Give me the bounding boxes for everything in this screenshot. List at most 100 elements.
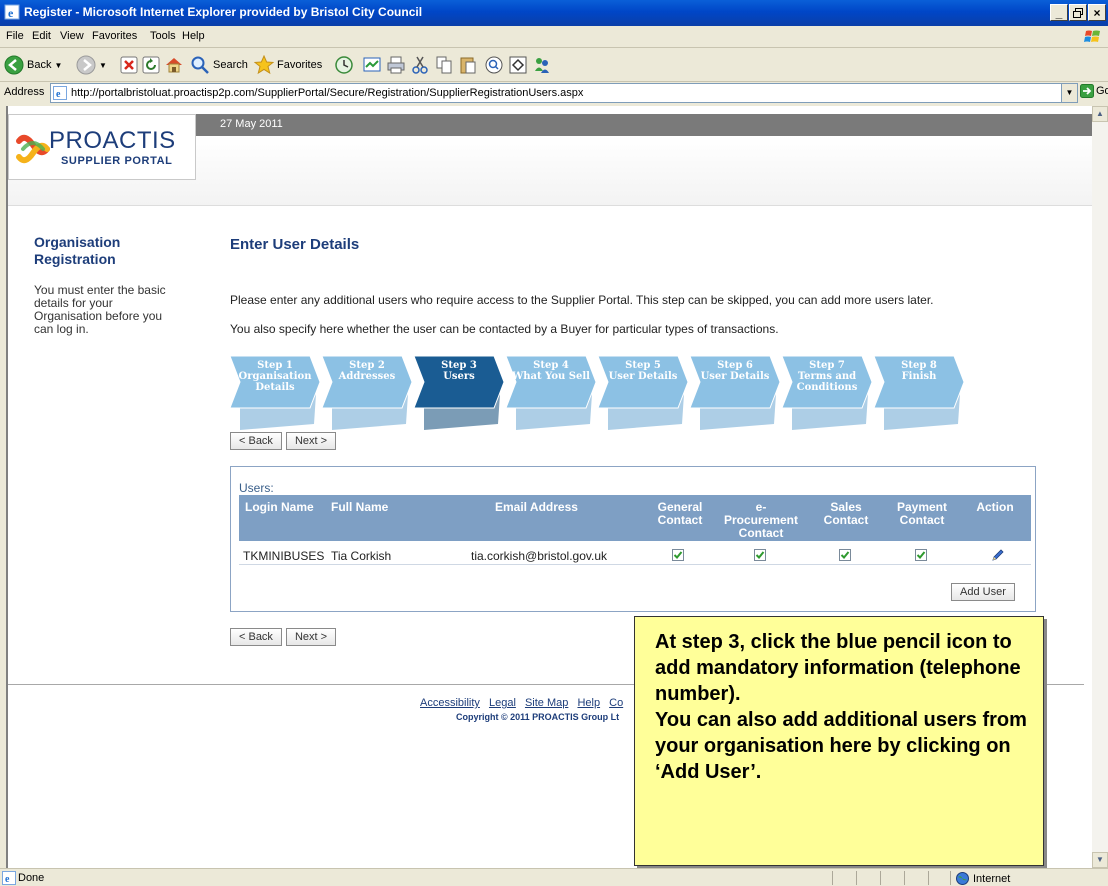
general-contact-checkbox[interactable] — [672, 549, 684, 561]
payment-contact-checkbox[interactable] — [915, 549, 927, 561]
research-icon — [485, 56, 503, 74]
footer-link-contact[interactable]: Co — [609, 697, 623, 709]
sales-contact-checkbox[interactable] — [839, 549, 851, 561]
footer-link-help[interactable]: Help — [577, 697, 600, 709]
back-button-bottom[interactable]: < Back — [230, 628, 282, 646]
svg-text:e: e — [8, 6, 14, 20]
footer-links: Accessibility Legal Site Map Help Co — [420, 697, 629, 709]
wizard-steps: Step 1 Organisation Details Step 2 Addres… — [230, 354, 970, 432]
wizard-step-label: Step 6 User Details — [700, 360, 770, 382]
footer-link-site-map[interactable]: Site Map — [525, 697, 568, 709]
wizard-step-label: Step 3 Users — [441, 360, 477, 382]
copy-button[interactable] — [434, 53, 454, 77]
cell-login-name: TKMINIBUSES — [243, 549, 325, 563]
svg-text:e: e — [56, 89, 61, 100]
status-cell — [950, 871, 951, 885]
edit-pencil-icon[interactable] — [991, 548, 1005, 562]
wizard-step-8[interactable]: Step 8 Finish — [874, 354, 964, 432]
address-dropdown-icon[interactable]: ▼ — [1061, 84, 1077, 102]
maximize-button[interactable] — [1069, 4, 1087, 21]
callout-line-1: At step 3, click the blue pencil icon to… — [655, 631, 1021, 705]
status-cell — [904, 871, 905, 885]
home-button[interactable] — [164, 53, 184, 77]
back-button[interactable]: Back ▼ — [4, 53, 62, 77]
footer-link-accessibility[interactable]: Accessibility — [420, 697, 480, 709]
scroll-down-arrow-icon[interactable]: ▼ — [1092, 852, 1108, 868]
left-frame-edge — [0, 106, 8, 868]
menu-file[interactable]: File — [6, 30, 24, 42]
home-icon — [166, 58, 182, 73]
go-label: Go — [1096, 85, 1108, 97]
col-sales-contact: Sales Contact — [823, 500, 869, 527]
back-dropdown-icon: ▼ — [54, 60, 63, 70]
ie-window-icon: e — [4, 4, 20, 20]
sidebar: Organisation Registration You must enter… — [34, 234, 184, 336]
scroll-up-arrow-icon[interactable]: ▲ — [1092, 106, 1108, 122]
go-button[interactable]: Go — [1080, 84, 1108, 98]
wizard-step-5[interactable]: Step 5 User Details — [598, 354, 688, 432]
stop-button[interactable] — [120, 53, 138, 77]
nav-buttons-bottom: < Back Next > — [230, 628, 337, 646]
media-icon — [363, 57, 381, 72]
copy-icon — [436, 56, 452, 74]
title-bar: e Register - Microsoft Internet Explorer… — [0, 0, 1108, 26]
wizard-step-2[interactable]: Step 2 Addresses — [322, 354, 412, 432]
search-button[interactable]: Search — [190, 53, 248, 77]
menu-view[interactable]: View — [60, 30, 84, 42]
sidebar-text: You must enter the basic details for you… — [34, 283, 166, 336]
search-icon — [191, 56, 209, 74]
vertical-scrollbar[interactable]: ▲ ▼ — [1092, 106, 1108, 868]
cut-button[interactable] — [410, 53, 430, 77]
proactis-logo[interactable]: PROACTIS SUPPLIER PORTAL — [8, 114, 196, 180]
refresh-button[interactable] — [142, 53, 160, 77]
minimize-button[interactable]: _ — [1050, 4, 1068, 21]
status-cell — [856, 871, 857, 885]
go-arrow-icon — [1080, 84, 1094, 98]
footer-link-legal[interactable]: Legal — [489, 697, 516, 709]
print-button[interactable] — [386, 53, 406, 77]
status-text: Done — [18, 872, 45, 884]
address-input[interactable]: e http://portalbristoluat.proactisp2p.co… — [50, 83, 1078, 103]
favorites-label: Favorites — [277, 59, 323, 71]
refresh-icon — [142, 56, 160, 74]
wizard-step-6[interactable]: Step 6 User Details — [690, 354, 780, 432]
messenger-icon — [509, 56, 527, 74]
menu-edit[interactable]: Edit — [32, 30, 51, 42]
print-icon — [387, 56, 405, 74]
col-email-address: Email Address — [495, 500, 578, 514]
logo-wordmark: PROACTIS — [49, 127, 176, 154]
wizard-step-7[interactable]: Step 7 Terms and Conditions — [782, 354, 872, 432]
messenger-button[interactable] — [532, 53, 552, 77]
add-user-button[interactable]: Add User — [951, 583, 1015, 601]
back-button-top[interactable]: < Back — [230, 432, 282, 450]
wizard-step-4[interactable]: Step 4 What You Sell — [506, 354, 596, 432]
eprocurement-contact-checkbox[interactable] — [754, 549, 766, 561]
next-button-bottom[interactable]: Next > — [285, 628, 337, 646]
menu-tools[interactable]: Tools — [150, 30, 176, 42]
wizard-step-3[interactable]: Step 3 Users — [414, 354, 504, 432]
users-grid-header: Login Name Full Name Email Address Gener… — [239, 495, 1031, 541]
history-button[interactable] — [334, 53, 354, 77]
stop-icon — [120, 56, 138, 74]
forward-button[interactable]: ▼ — [76, 53, 107, 77]
col-full-name: Full Name — [331, 500, 389, 514]
wizard-step-1[interactable]: Step 1 Organisation Details — [230, 354, 320, 432]
menu-favorites[interactable]: Favorites — [92, 30, 137, 42]
next-button-top[interactable]: Next > — [285, 432, 337, 450]
menu-help[interactable]: Help — [182, 30, 205, 42]
col-payment-contact: Payment Contact — [896, 500, 948, 527]
address-bar: Address e http://portalbristoluat.proact… — [0, 82, 1108, 104]
cell-full-name: Tia Corkish — [331, 549, 392, 563]
paste-button[interactable] — [458, 53, 478, 77]
research-button[interactable] — [484, 53, 504, 77]
window-title: Register - Microsoft Internet Explorer p… — [24, 5, 423, 19]
back-label: Back — [27, 59, 52, 71]
page-done-icon: e — [2, 871, 16, 885]
tools-button[interactable] — [508, 53, 528, 77]
favorites-button[interactable]: Favorites — [254, 53, 322, 77]
close-button[interactable]: × — [1088, 4, 1106, 21]
search-label: Search — [213, 59, 248, 71]
media-button[interactable] — [362, 53, 382, 77]
page-icon: e — [53, 86, 67, 100]
address-url: http://portalbristoluat.proactisp2p.com/… — [71, 87, 584, 99]
